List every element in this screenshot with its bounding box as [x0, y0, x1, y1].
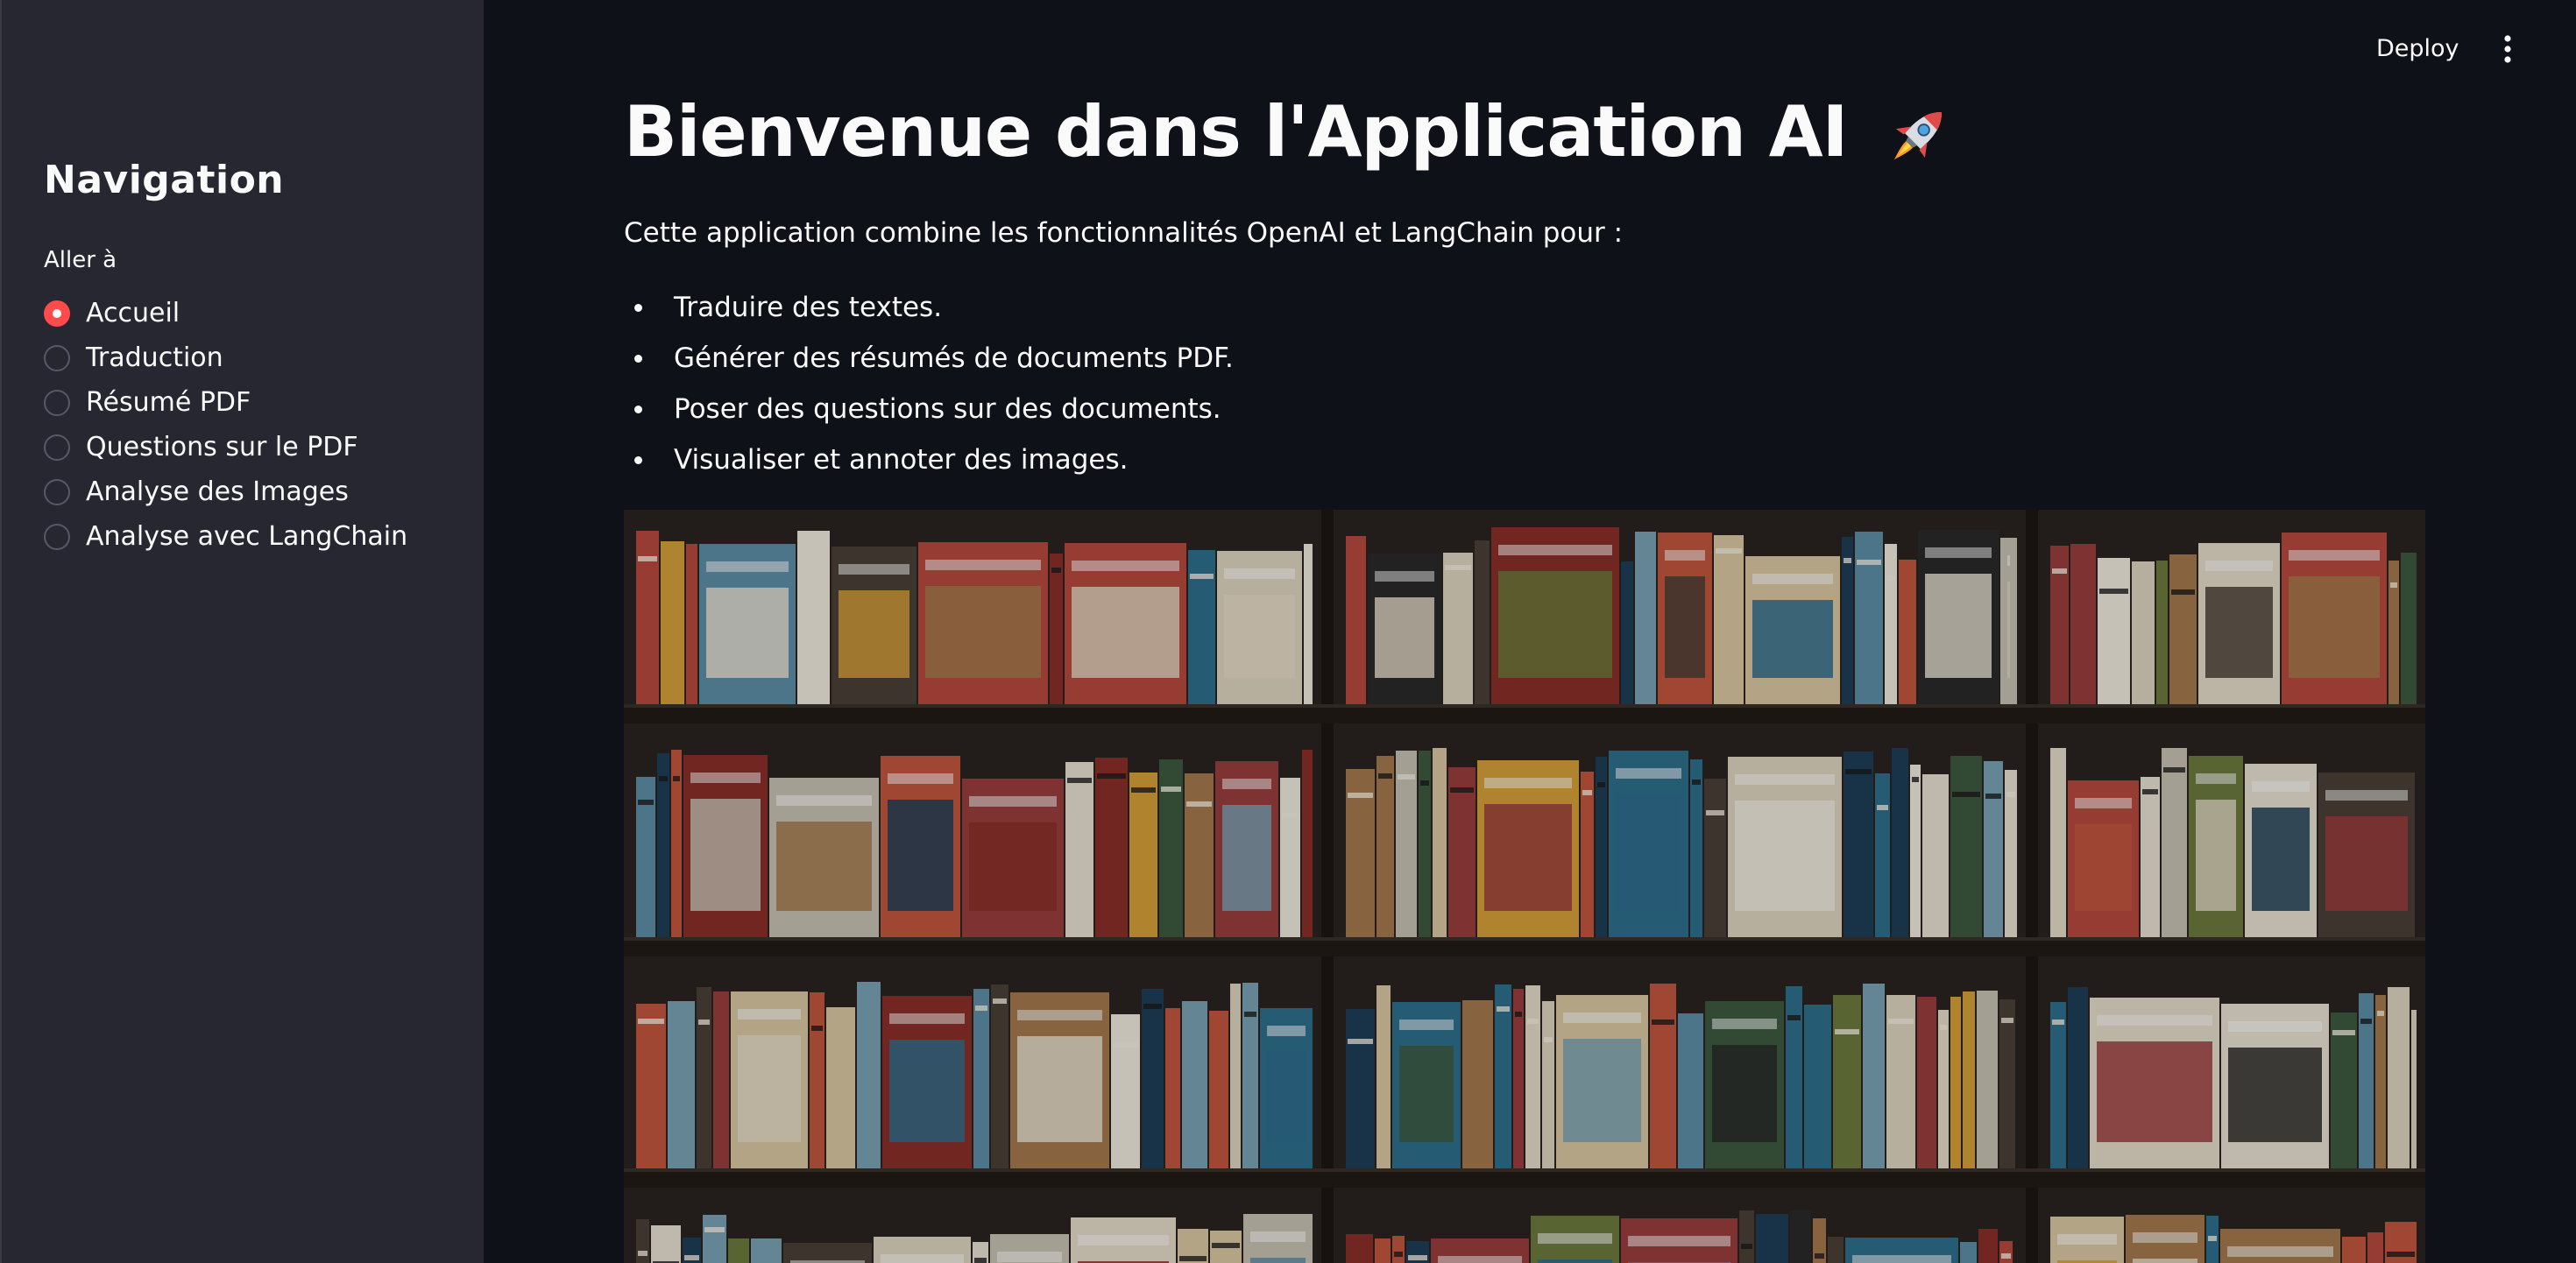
radio-option-questions-pdf[interactable]: Questions sur le PDF: [44, 425, 407, 469]
feature-text: Traduire des textes.: [674, 292, 943, 323]
radio-unchecked-icon[interactable]: [44, 389, 70, 416]
feature-text: Générer des résumés de documents PDF.: [674, 342, 1234, 374]
sidebar-title: Navigation: [44, 158, 285, 202]
feature-item: Générer des résumés de documents PDF.: [624, 333, 1234, 384]
vertical-ellipsis-icon[interactable]: [2495, 33, 2520, 65]
feature-list: Traduire des textes. Générer des résumés…: [624, 282, 1234, 485]
page-title: Bienvenue dans l'Application AI: [624, 91, 1957, 176]
radio-checked-icon[interactable]: [44, 300, 70, 327]
bullet-icon: [634, 355, 642, 363]
feature-item: Poser des questions sur des documents.: [624, 384, 1234, 434]
bullet-icon: [634, 304, 642, 312]
radio-option-label: Analyse des Images: [86, 476, 349, 507]
bookshelf-image: [624, 510, 2425, 1263]
bullet-icon: [634, 406, 642, 413]
photo-shade: [624, 510, 2425, 1263]
app-root: Navigation Aller à Accueil Traduction Ré…: [0, 0, 2576, 1263]
radio-unchecked-icon[interactable]: [44, 523, 70, 550]
radio-option-accueil[interactable]: Accueil: [44, 291, 407, 335]
feature-text: Visualiser et annoter des images.: [674, 444, 1129, 476]
radio-option-label: Résumé PDF: [86, 387, 251, 418]
radio-option-resume-pdf[interactable]: Résumé PDF: [44, 380, 407, 425]
feature-text: Poser des questions sur des documents.: [674, 393, 1221, 425]
radio-option-analyse-images[interactable]: Analyse des Images: [44, 469, 407, 514]
feature-item: Traduire des textes.: [624, 282, 1234, 333]
radio-option-label: Traduction: [86, 342, 223, 373]
sidebar: Navigation Aller à Accueil Traduction Ré…: [0, 0, 484, 1263]
radio-unchecked-icon[interactable]: [44, 434, 70, 461]
deploy-button[interactable]: Deploy: [2366, 30, 2470, 67]
radio-unchecked-icon[interactable]: [44, 478, 70, 505]
rocket-icon: [1893, 112, 1943, 160]
radio-option-label: Questions sur le PDF: [86, 432, 358, 462]
radio-group-caption: Aller à: [44, 247, 117, 273]
radio-option-label: Analyse avec LangChain: [86, 521, 408, 552]
intro-text: Cette application combine les fonctionna…: [624, 217, 1624, 249]
bookshelf-illustration: [624, 510, 2425, 1263]
radio-option-traduction[interactable]: Traduction: [44, 335, 407, 380]
navigation-radio-group: Accueil Traduction Résumé PDF Questions …: [44, 291, 407, 559]
radio-option-analyse-langchain[interactable]: Analyse avec LangChain: [44, 514, 407, 559]
feature-item: Visualiser et annoter des images.: [624, 434, 1234, 485]
radio-option-label: Accueil: [86, 298, 180, 328]
page-title-text: Bienvenue dans l'Application AI: [624, 91, 1848, 173]
bullet-icon: [634, 456, 642, 464]
radio-unchecked-icon[interactable]: [44, 344, 70, 371]
